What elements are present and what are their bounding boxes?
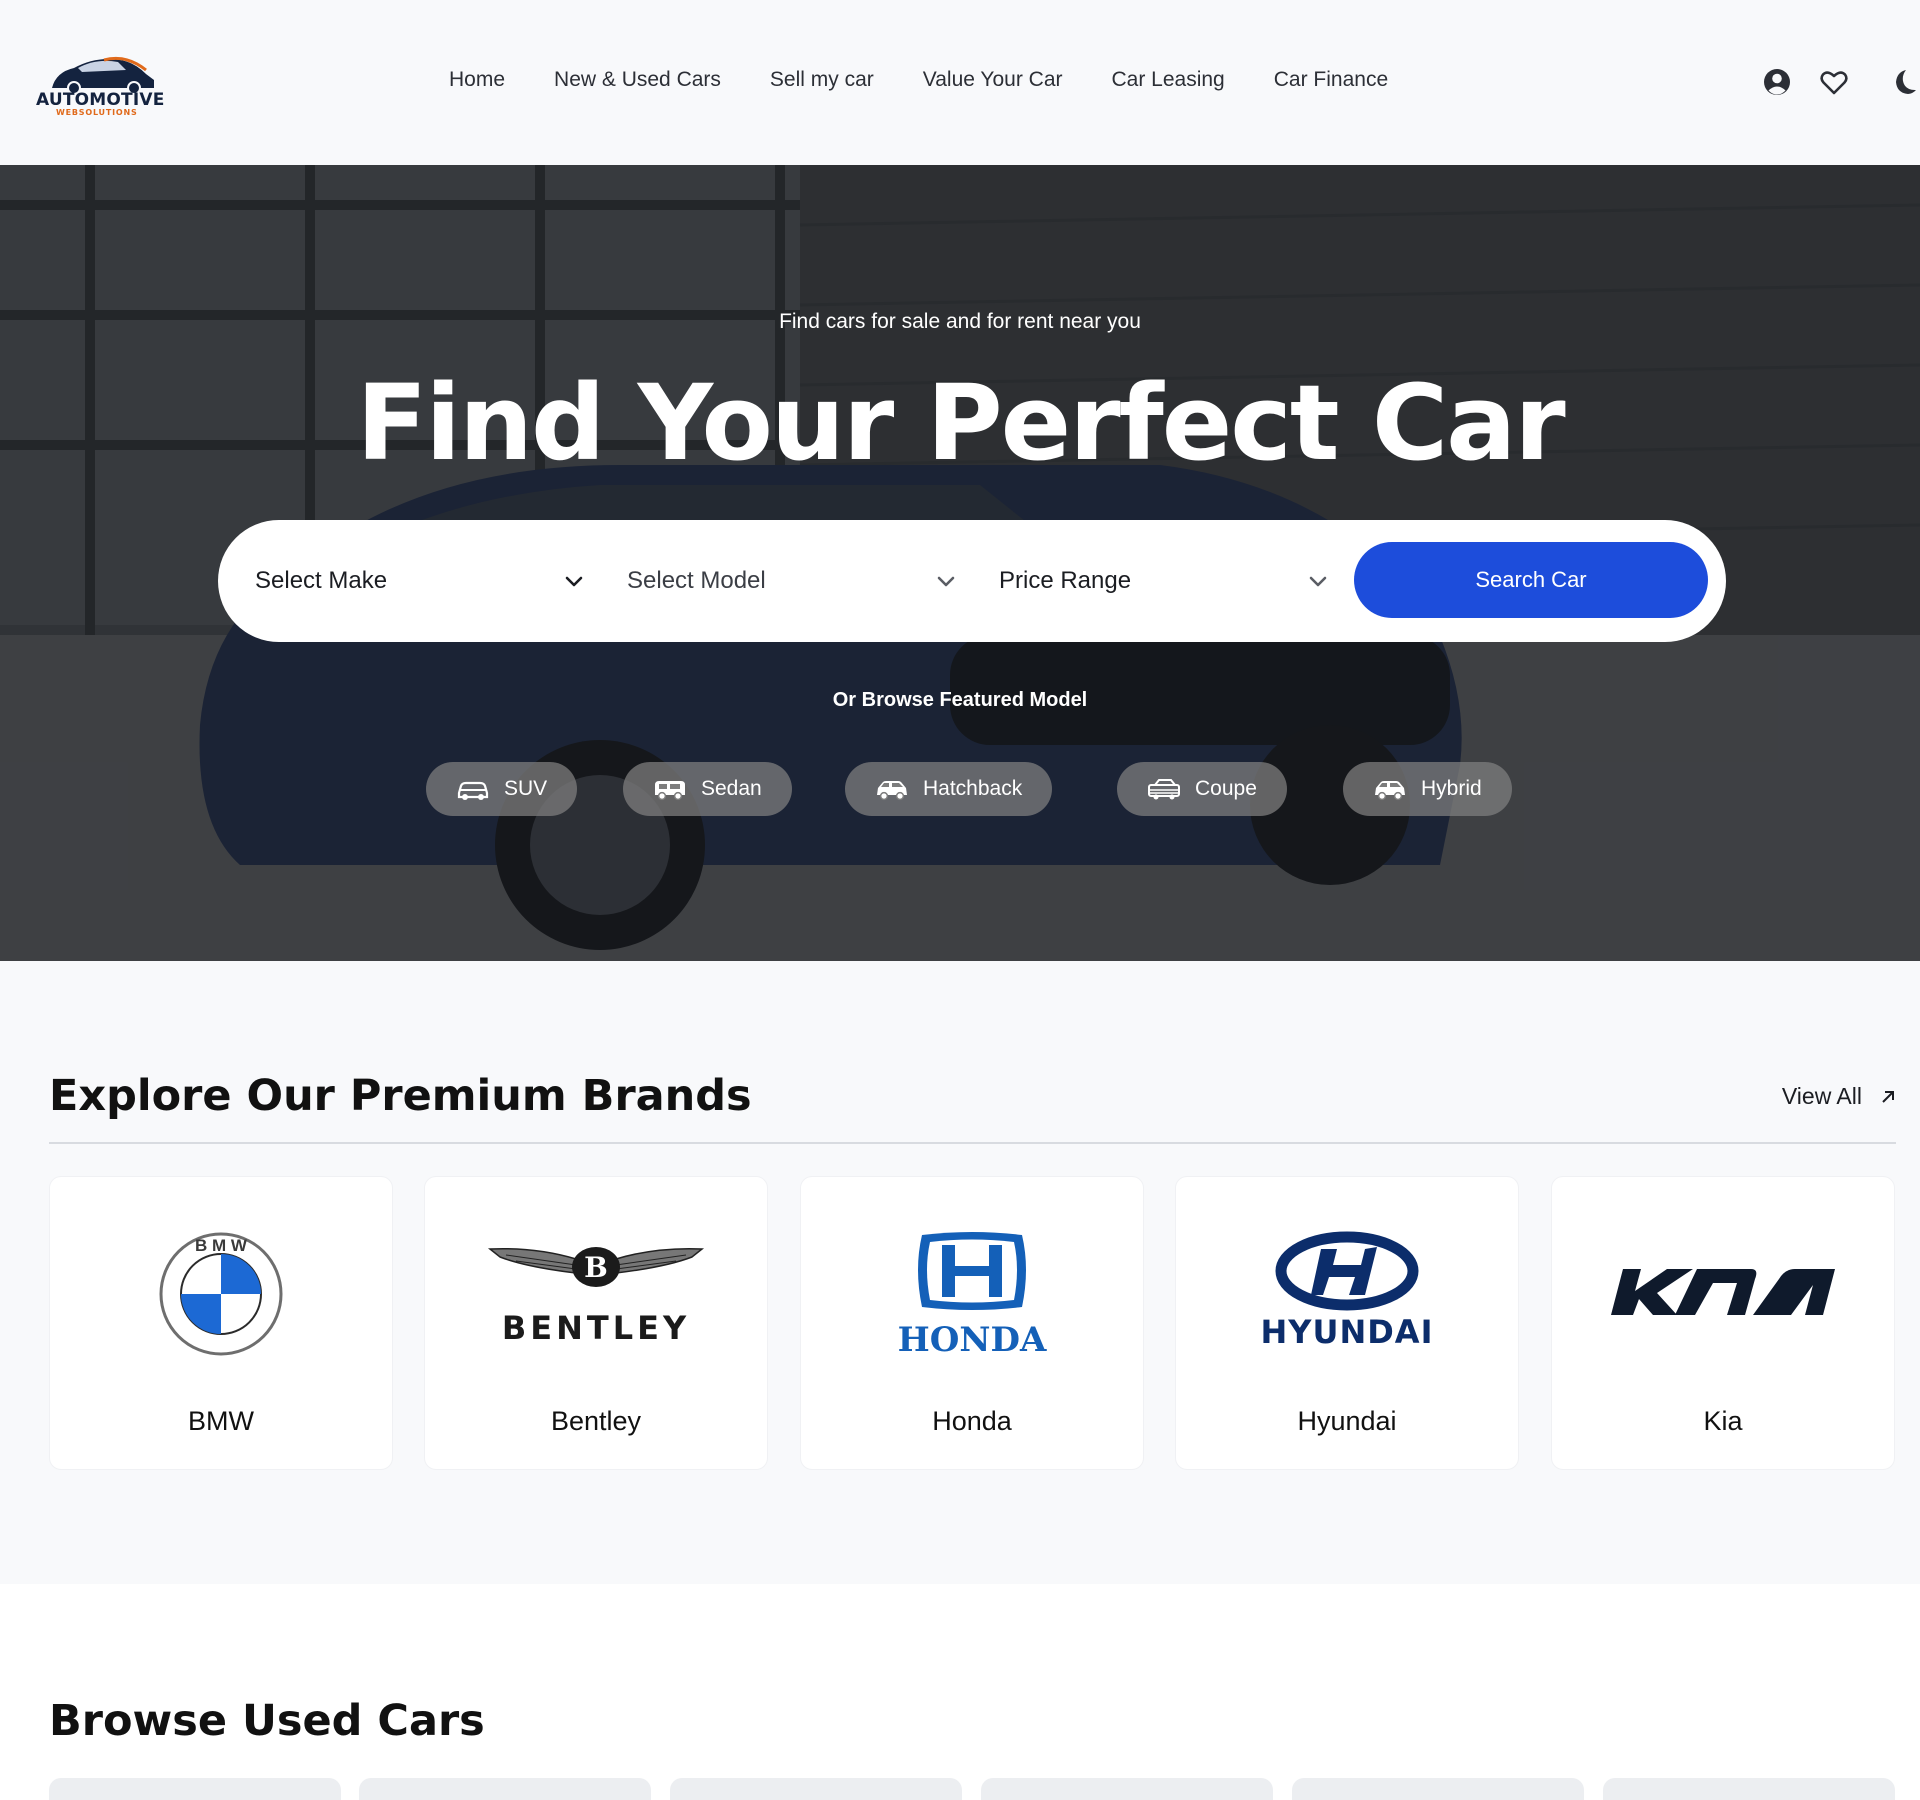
chip-suv[interactable]: SUV (426, 762, 578, 816)
view-all-label: View All (1781, 1083, 1862, 1109)
honda-logo-text: HONDA (898, 1320, 1047, 1359)
used-car-card[interactable] (1292, 1778, 1584, 1800)
used-car-card[interactable] (981, 1778, 1273, 1800)
select-model-label: Select Model (627, 567, 766, 594)
nav-value-your-car[interactable]: Value Your Car (923, 68, 1063, 92)
brand-card-honda[interactable]: HONDA Honda (800, 1176, 1144, 1470)
hero-subtitle: Find cars for sale and for rent near you (779, 310, 1141, 333)
main-nav: Home New & Used Cars Sell my car Value Y… (449, 68, 1388, 92)
chip-label: Sedan (701, 777, 762, 800)
used-cars-title: Browse Used Cars (49, 1696, 485, 1746)
brand-name: Honda (932, 1406, 1012, 1436)
chip-coupe[interactable]: Coupe (1117, 762, 1287, 816)
bentley-logo: B BENTLEY (425, 1229, 767, 1359)
svg-text:B: B (584, 1251, 608, 1284)
hero-section: Find cars for sale and for rent near you… (0, 165, 1920, 961)
chevron-down-icon (1309, 576, 1327, 587)
view-all-brands-link[interactable]: View All (1782, 1083, 1896, 1110)
brands-section-title: Explore Our Premium Brands (49, 1071, 752, 1121)
used-car-card[interactable] (1603, 1778, 1895, 1800)
logo-wordmark: AUTOMOTIVE (36, 90, 165, 110)
bentley-logo-text: BENTLEY (502, 1309, 690, 1347)
chip-label: SUV (504, 777, 548, 800)
hero-title: Find Your Perfect Car (356, 362, 1565, 484)
used-car-card[interactable] (359, 1778, 651, 1800)
hatchback-icon (877, 781, 907, 801)
brand-card-hyundai[interactable]: HYUNDAI Hyundai (1175, 1176, 1519, 1470)
chip-sedan[interactable]: Sedan (623, 762, 792, 816)
hyundai-logo-text: HYUNDAI (1261, 1313, 1434, 1351)
hybrid-icon (1375, 781, 1405, 801)
header-actions (1720, 66, 1920, 100)
nav-sell-my-car[interactable]: Sell my car (770, 68, 874, 92)
nav-new-used-cars[interactable]: New & Used Cars (554, 68, 721, 92)
logo-subtext: WEBSOLUTIONS (56, 108, 138, 117)
coupe-icon (1148, 779, 1180, 800)
brands-section: Explore Our Premium Brands View All B M … (0, 961, 1920, 1584)
section-divider (49, 1142, 1896, 1144)
car-search-bar: Select Make Select Model Price Range Sea… (218, 520, 1726, 642)
used-car-card[interactable] (49, 1778, 341, 1800)
honda-logo: HONDA (801, 1229, 1143, 1359)
kia-logo-mark (1611, 1269, 1835, 1315)
brand-name: BMW (188, 1406, 254, 1436)
brand-name: Bentley (550, 1406, 642, 1436)
brand-card-bentley[interactable]: B BENTLEY Bentley (424, 1176, 768, 1470)
used-car-card[interactable] (670, 1778, 962, 1800)
select-model-dropdown[interactable]: Select Model (627, 520, 957, 642)
nav-car-leasing[interactable]: Car Leasing (1112, 68, 1225, 92)
heart-icon[interactable] (1818, 66, 1850, 98)
nav-car-finance[interactable]: Car Finance (1274, 68, 1388, 92)
search-car-button[interactable]: Search Car (1354, 542, 1708, 618)
brand-card-bmw[interactable]: B M W BMW (49, 1176, 393, 1470)
kia-logo (1552, 1229, 1894, 1359)
chip-hybrid[interactable]: Hybrid (1343, 762, 1512, 816)
hyundai-logo: HYUNDAI (1176, 1229, 1518, 1359)
chip-label: Hybrid (1421, 777, 1482, 800)
site-header: AUTOMOTIVE WEBSOLUTIONS Home New & Used … (0, 0, 1920, 165)
brand-name: Kia (1703, 1406, 1743, 1436)
chevron-down-icon (565, 576, 583, 587)
browse-featured-label: Or Browse Featured Model (832, 689, 1088, 711)
nav-home[interactable]: Home (449, 68, 505, 92)
chevron-down-icon (937, 576, 955, 587)
bmw-logo: B M W (50, 1229, 392, 1359)
arrow-up-right-icon (1882, 1090, 1894, 1103)
chip-label: Coupe (1195, 777, 1257, 800)
moon-icon[interactable] (1887, 66, 1919, 98)
site-logo[interactable]: AUTOMOTIVE WEBSOLUTIONS (34, 50, 164, 120)
price-range-label: Price Range (999, 567, 1132, 594)
brand-card-kia[interactable]: Kia (1551, 1176, 1895, 1470)
select-make-label: Select Make (255, 567, 388, 594)
price-range-dropdown[interactable]: Price Range (999, 520, 1329, 642)
chip-hatchback[interactable]: Hatchback (845, 762, 1053, 816)
sedan-icon (655, 781, 685, 801)
select-make-dropdown[interactable]: Select Make (255, 520, 585, 642)
user-circle-icon[interactable] (1761, 66, 1793, 98)
chip-label: Hatchback (923, 777, 1023, 800)
suv-icon (457, 781, 489, 800)
car-logo-icon (52, 56, 154, 94)
brand-name: Hyundai (1297, 1406, 1397, 1436)
used-cars-section: Browse Used Cars (0, 1584, 1920, 1800)
bmw-logo-text: B M W (195, 1236, 248, 1255)
